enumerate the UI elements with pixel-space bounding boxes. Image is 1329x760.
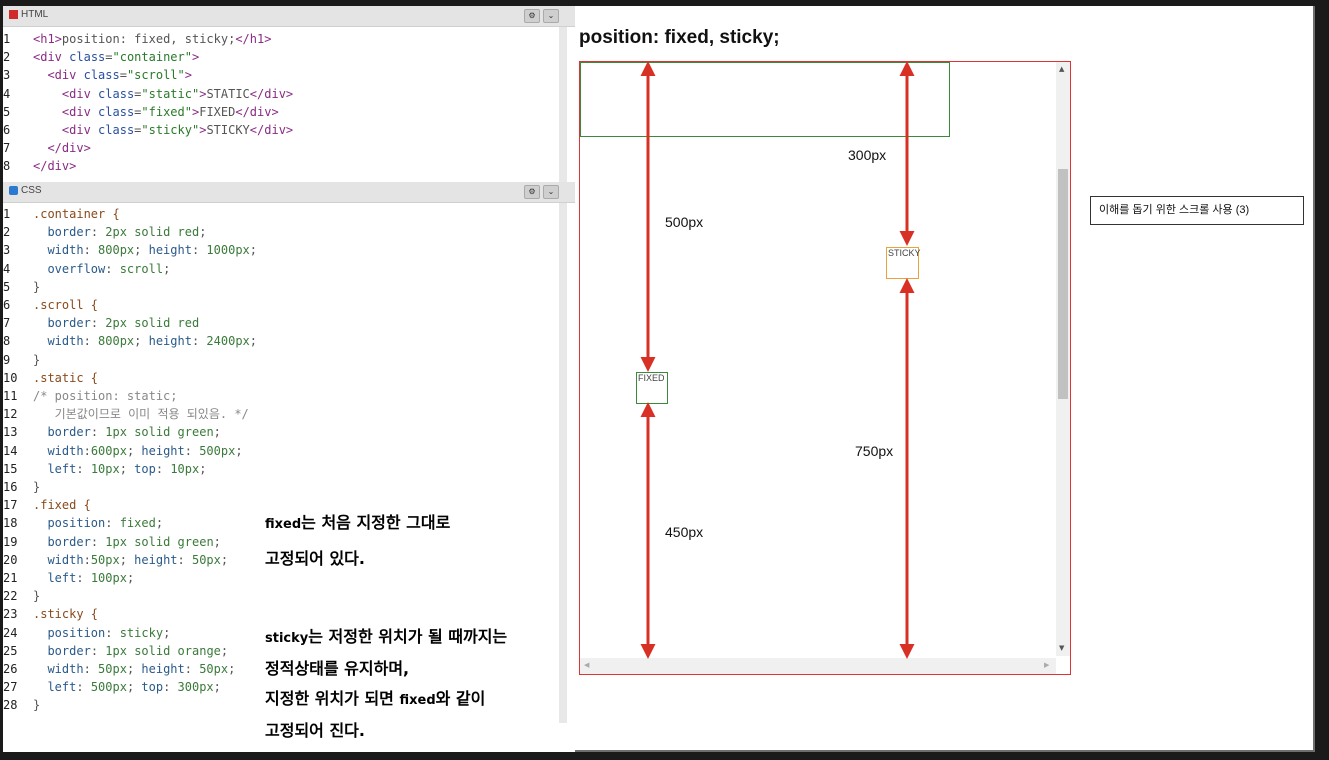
label-300px: 300px <box>848 147 887 163</box>
dimension-arrows <box>640 61 915 659</box>
label-500px: 500px <box>665 214 704 230</box>
label-750px: 750px <box>855 443 894 459</box>
scroll-help-note: 이해를 돕기 위한 스크롤 사용 (3) <box>1090 196 1304 225</box>
label-450px: 450px <box>665 524 704 540</box>
